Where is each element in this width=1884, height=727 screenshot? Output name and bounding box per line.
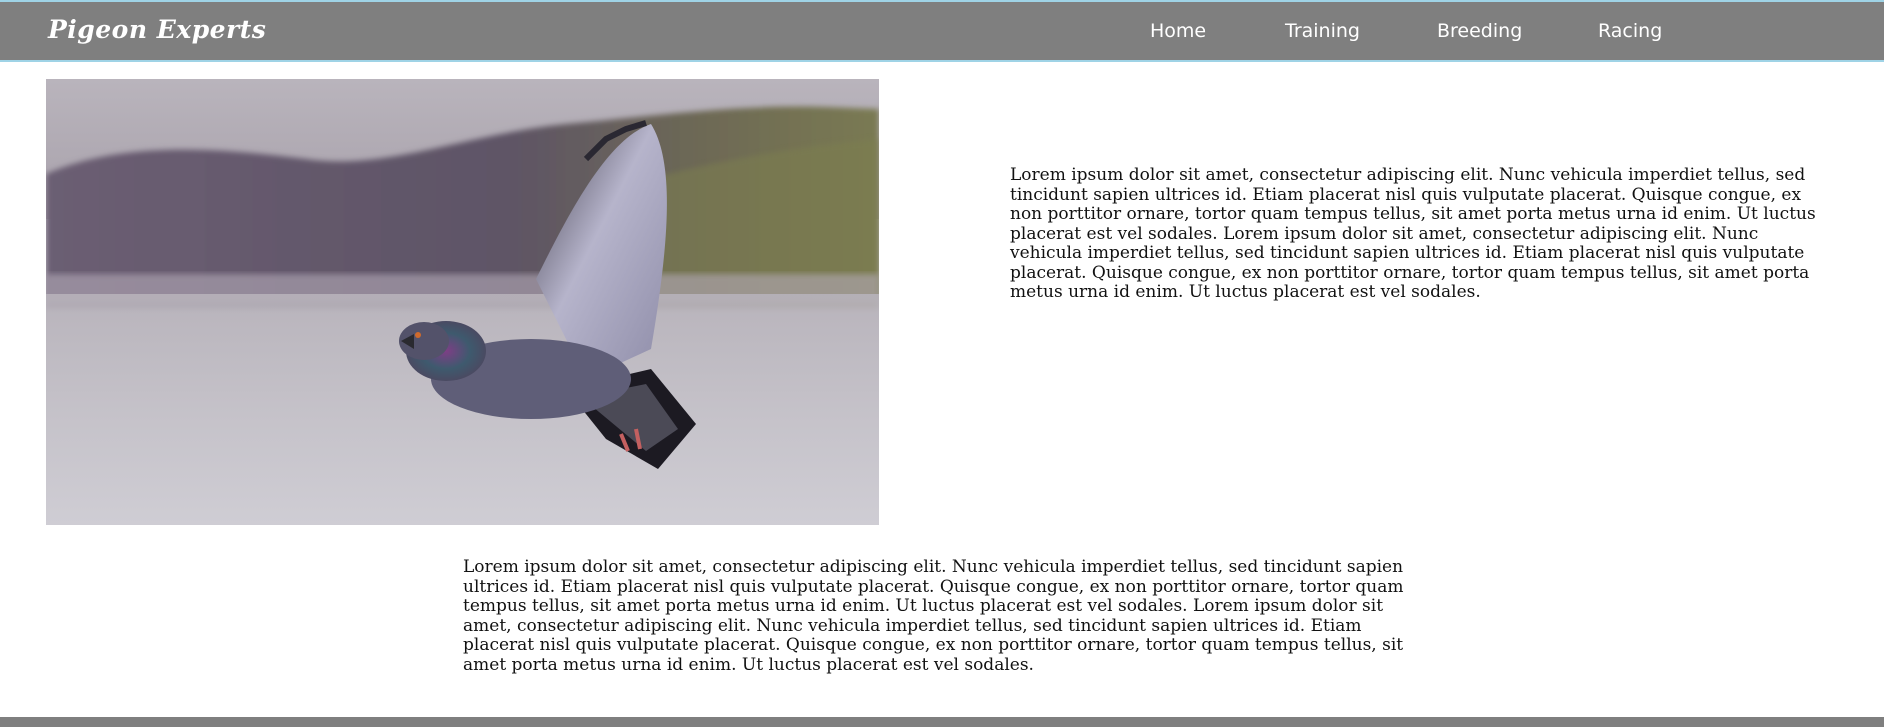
site-logo[interactable]: Pigeon Experts [48, 15, 266, 44]
nav-breeding-link[interactable]: Breeding [1437, 20, 1522, 42]
pigeon-photo [46, 79, 879, 525]
top-navbar: Pigeon Experts Home Training Breeding Ra… [0, 0, 1884, 62]
content-paragraph-bottom: Lorem ipsum dolor sit amet, consectetur … [463, 557, 1404, 675]
footer-bar [0, 717, 1884, 727]
content-paragraph-right: Lorem ipsum dolor sit amet, consectetur … [1010, 165, 1816, 302]
nav-training-link[interactable]: Training [1285, 20, 1360, 42]
hero-image [46, 79, 879, 525]
nav-racing-link[interactable]: Racing [1598, 20, 1662, 42]
nav-home-link[interactable]: Home [1150, 20, 1206, 42]
